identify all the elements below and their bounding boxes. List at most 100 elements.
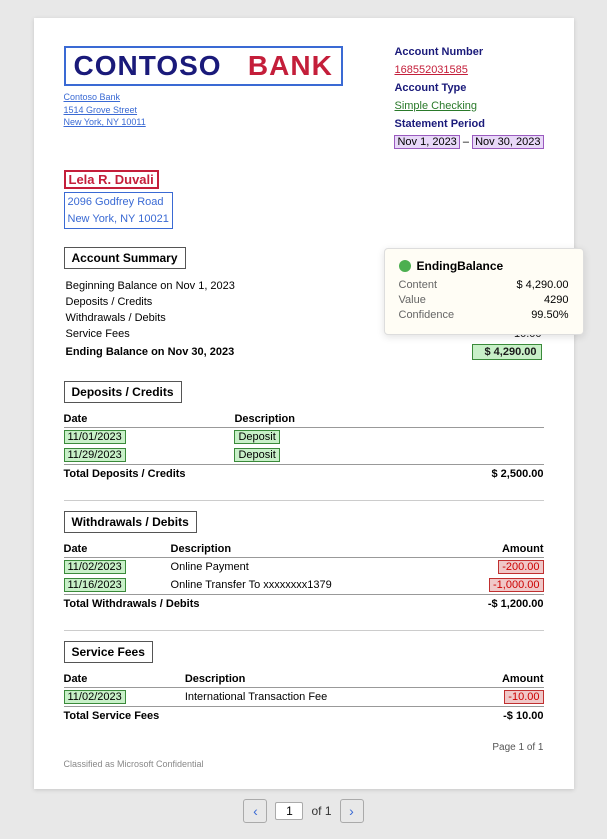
account-type-value: Simple Checking [394, 100, 543, 112]
fees-thead-row: Date Description Amount [64, 671, 544, 688]
divider-1 [64, 500, 544, 501]
tooltip-value-value: 4290 [544, 294, 568, 306]
deposits-col-description: Description [234, 411, 400, 428]
account-type-block: Account Type Simple Checking [394, 82, 543, 112]
summary-row-beginning-label: Beginning Balance on Nov 1, 2023 [66, 279, 401, 293]
period-start: Nov 1, 2023 [394, 135, 459, 149]
withdrawals-section: Withdrawals / Debits Date Description Am… [64, 511, 544, 612]
confidential-label: Classified as Microsoft Confidential [64, 759, 544, 769]
prev-page-button[interactable]: ‹ [243, 799, 267, 823]
service-fees-table: Date Description Amount 11/02/2023 Inter… [64, 671, 544, 724]
page-footer: Page 1 of 1 [64, 742, 544, 753]
withdrawal-row-1: 11/16/2023 Online Transfer To xxxxxxxx13… [64, 576, 544, 595]
account-info: Account Number 168552031585 Account Type… [394, 46, 543, 154]
period-end: Nov 30, 2023 [472, 135, 543, 149]
withdrawals-total-row: Total Withdrawals / Debits -$ 1,200.00 [64, 595, 544, 613]
fees-total-value: -$ 10.00 [463, 707, 544, 725]
service-fees-section: Service Fees Date Description Amount 11/… [64, 641, 544, 724]
withdrawal-date-0: 11/02/2023 [64, 558, 171, 577]
account-type-label: Account Type [394, 82, 543, 94]
deposits-total-value: $ 2,500.00 [401, 465, 544, 483]
bank-name-part2: BANK [248, 50, 333, 81]
ending-balance-value: $ 4,290.00 [472, 344, 542, 360]
page-wrapper: CONTOSO BANK Contoso Bank 1514 Grove Str… [0, 0, 607, 839]
deposits-header: Deposits / Credits [64, 381, 182, 403]
total-pages-label: of 1 [311, 804, 331, 818]
deposit-amount-1 [401, 446, 544, 465]
deposit-amount-0 [401, 428, 544, 447]
summary-row-ending: Ending Balance on Nov 30, 2023 $ 4,290.0… [66, 343, 542, 361]
tooltip-value-row: Value 4290 [399, 294, 569, 306]
customer-section: Lela R. Duvali 2096 Godfrey Road New Yor… [64, 170, 544, 229]
page-input[interactable] [275, 802, 303, 820]
withdrawal-desc-0: Online Payment [171, 558, 448, 577]
page-number: Page 1 of 1 [492, 742, 543, 753]
deposit-row-1: 11/29/2023 Deposit [64, 446, 544, 465]
withdrawal-row-0: 11/02/2023 Online Payment -200.00 [64, 558, 544, 577]
tooltip-content-row: Content $ 4,290.00 [399, 279, 569, 291]
account-number-block: Account Number 168552031585 [394, 46, 543, 76]
withdrawal-date-1: 11/16/2023 [64, 576, 171, 595]
next-icon: › [349, 803, 354, 819]
fee-desc-0: International Transaction Fee [185, 688, 463, 707]
summary-row-deposits-label: Deposits / Credits [66, 295, 401, 309]
withdrawal-amount-1: -1,000.00 [448, 576, 544, 595]
deposit-date-1: 11/29/2023 [64, 446, 235, 465]
prev-icon: ‹ [253, 803, 258, 819]
tooltip-dot [399, 260, 411, 272]
account-summary-header: Account Summary [64, 247, 186, 269]
withdrawals-header: Withdrawals / Debits [64, 511, 197, 533]
withdrawals-col-description: Description [171, 541, 448, 558]
statement-period-label: Statement Period [394, 118, 543, 130]
withdrawals-col-amount: Amount [448, 541, 544, 558]
fee-date-0: 11/02/2023 [64, 688, 185, 707]
deposit-row-0: 11/01/2023 Deposit [64, 428, 544, 447]
fees-total-label: Total Service Fees [64, 707, 463, 725]
document: CONTOSO BANK Contoso Bank 1514 Grove Str… [34, 18, 574, 789]
withdrawals-thead-row: Date Description Amount [64, 541, 544, 558]
fee-amount-0: -10.00 [463, 688, 544, 707]
deposits-thead-row: Date Description [64, 411, 544, 428]
tooltip-box: EndingBalance Content $ 4,290.00 Value 4… [384, 248, 584, 335]
tooltip-confidence-row: Confidence 99.50% [399, 309, 569, 321]
tooltip-confidence-value: 99.50% [531, 309, 568, 321]
withdrawals-total-label: Total Withdrawals / Debits [64, 595, 448, 613]
next-page-button[interactable]: › [340, 799, 364, 823]
account-number-value: 168552031585 [394, 64, 543, 76]
statement-period-value: Nov 1, 2023 – Nov 30, 2023 [394, 136, 543, 148]
summary-ending-label: Ending Balance on Nov 30, 2023 [66, 343, 401, 361]
tooltip-title: EndingBalance [399, 259, 569, 273]
service-fees-header: Service Fees [64, 641, 153, 663]
tooltip-value-label: Value [399, 294, 426, 306]
bank-name-part1: CONTOSO [74, 50, 222, 81]
summary-row-fees-label: Service Fees [66, 327, 401, 341]
divider-2 [64, 630, 544, 631]
tooltip-confidence-label: Confidence [399, 309, 455, 321]
deposits-total-row: Total Deposits / Credits $ 2,500.00 [64, 465, 544, 483]
deposits-total-label: Total Deposits / Credits [64, 465, 401, 483]
deposits-table: Date Description 11/01/2023 Deposit [64, 411, 544, 482]
deposit-desc-1: Deposit [234, 446, 400, 465]
fees-total-row: Total Service Fees -$ 10.00 [64, 707, 544, 725]
pagination-bar: ‹ of 1 › [243, 789, 363, 829]
deposit-desc-0: Deposit [234, 428, 400, 447]
withdrawal-desc-1: Online Transfer To xxxxxxxx1379 [171, 576, 448, 595]
tooltip-content-label: Content [399, 279, 438, 291]
customer-name: Lela R. Duvali [64, 170, 159, 189]
period-dash: – [463, 136, 469, 148]
fee-row-0: 11/02/2023 International Transaction Fee… [64, 688, 544, 707]
deposits-col-amount [401, 411, 544, 428]
header-section: CONTOSO BANK Contoso Bank 1514 Grove Str… [64, 46, 544, 154]
withdrawals-total-value: -$ 1,200.00 [448, 595, 544, 613]
deposits-section: Deposits / Credits Date Description 11/0… [64, 381, 544, 482]
fees-col-date: Date [64, 671, 185, 688]
deposit-date-0: 11/01/2023 [64, 428, 235, 447]
fees-col-amount: Amount [463, 671, 544, 688]
withdrawals-col-date: Date [64, 541, 171, 558]
account-number-label: Account Number [394, 46, 543, 58]
summary-ending-value: $ 4,290.00 [403, 343, 542, 361]
statement-period-block: Statement Period Nov 1, 2023 – Nov 30, 2… [394, 118, 543, 148]
tooltip-content-value: $ 4,290.00 [517, 279, 569, 291]
withdrawal-amount-0: -200.00 [448, 558, 544, 577]
deposits-col-date: Date [64, 411, 235, 428]
